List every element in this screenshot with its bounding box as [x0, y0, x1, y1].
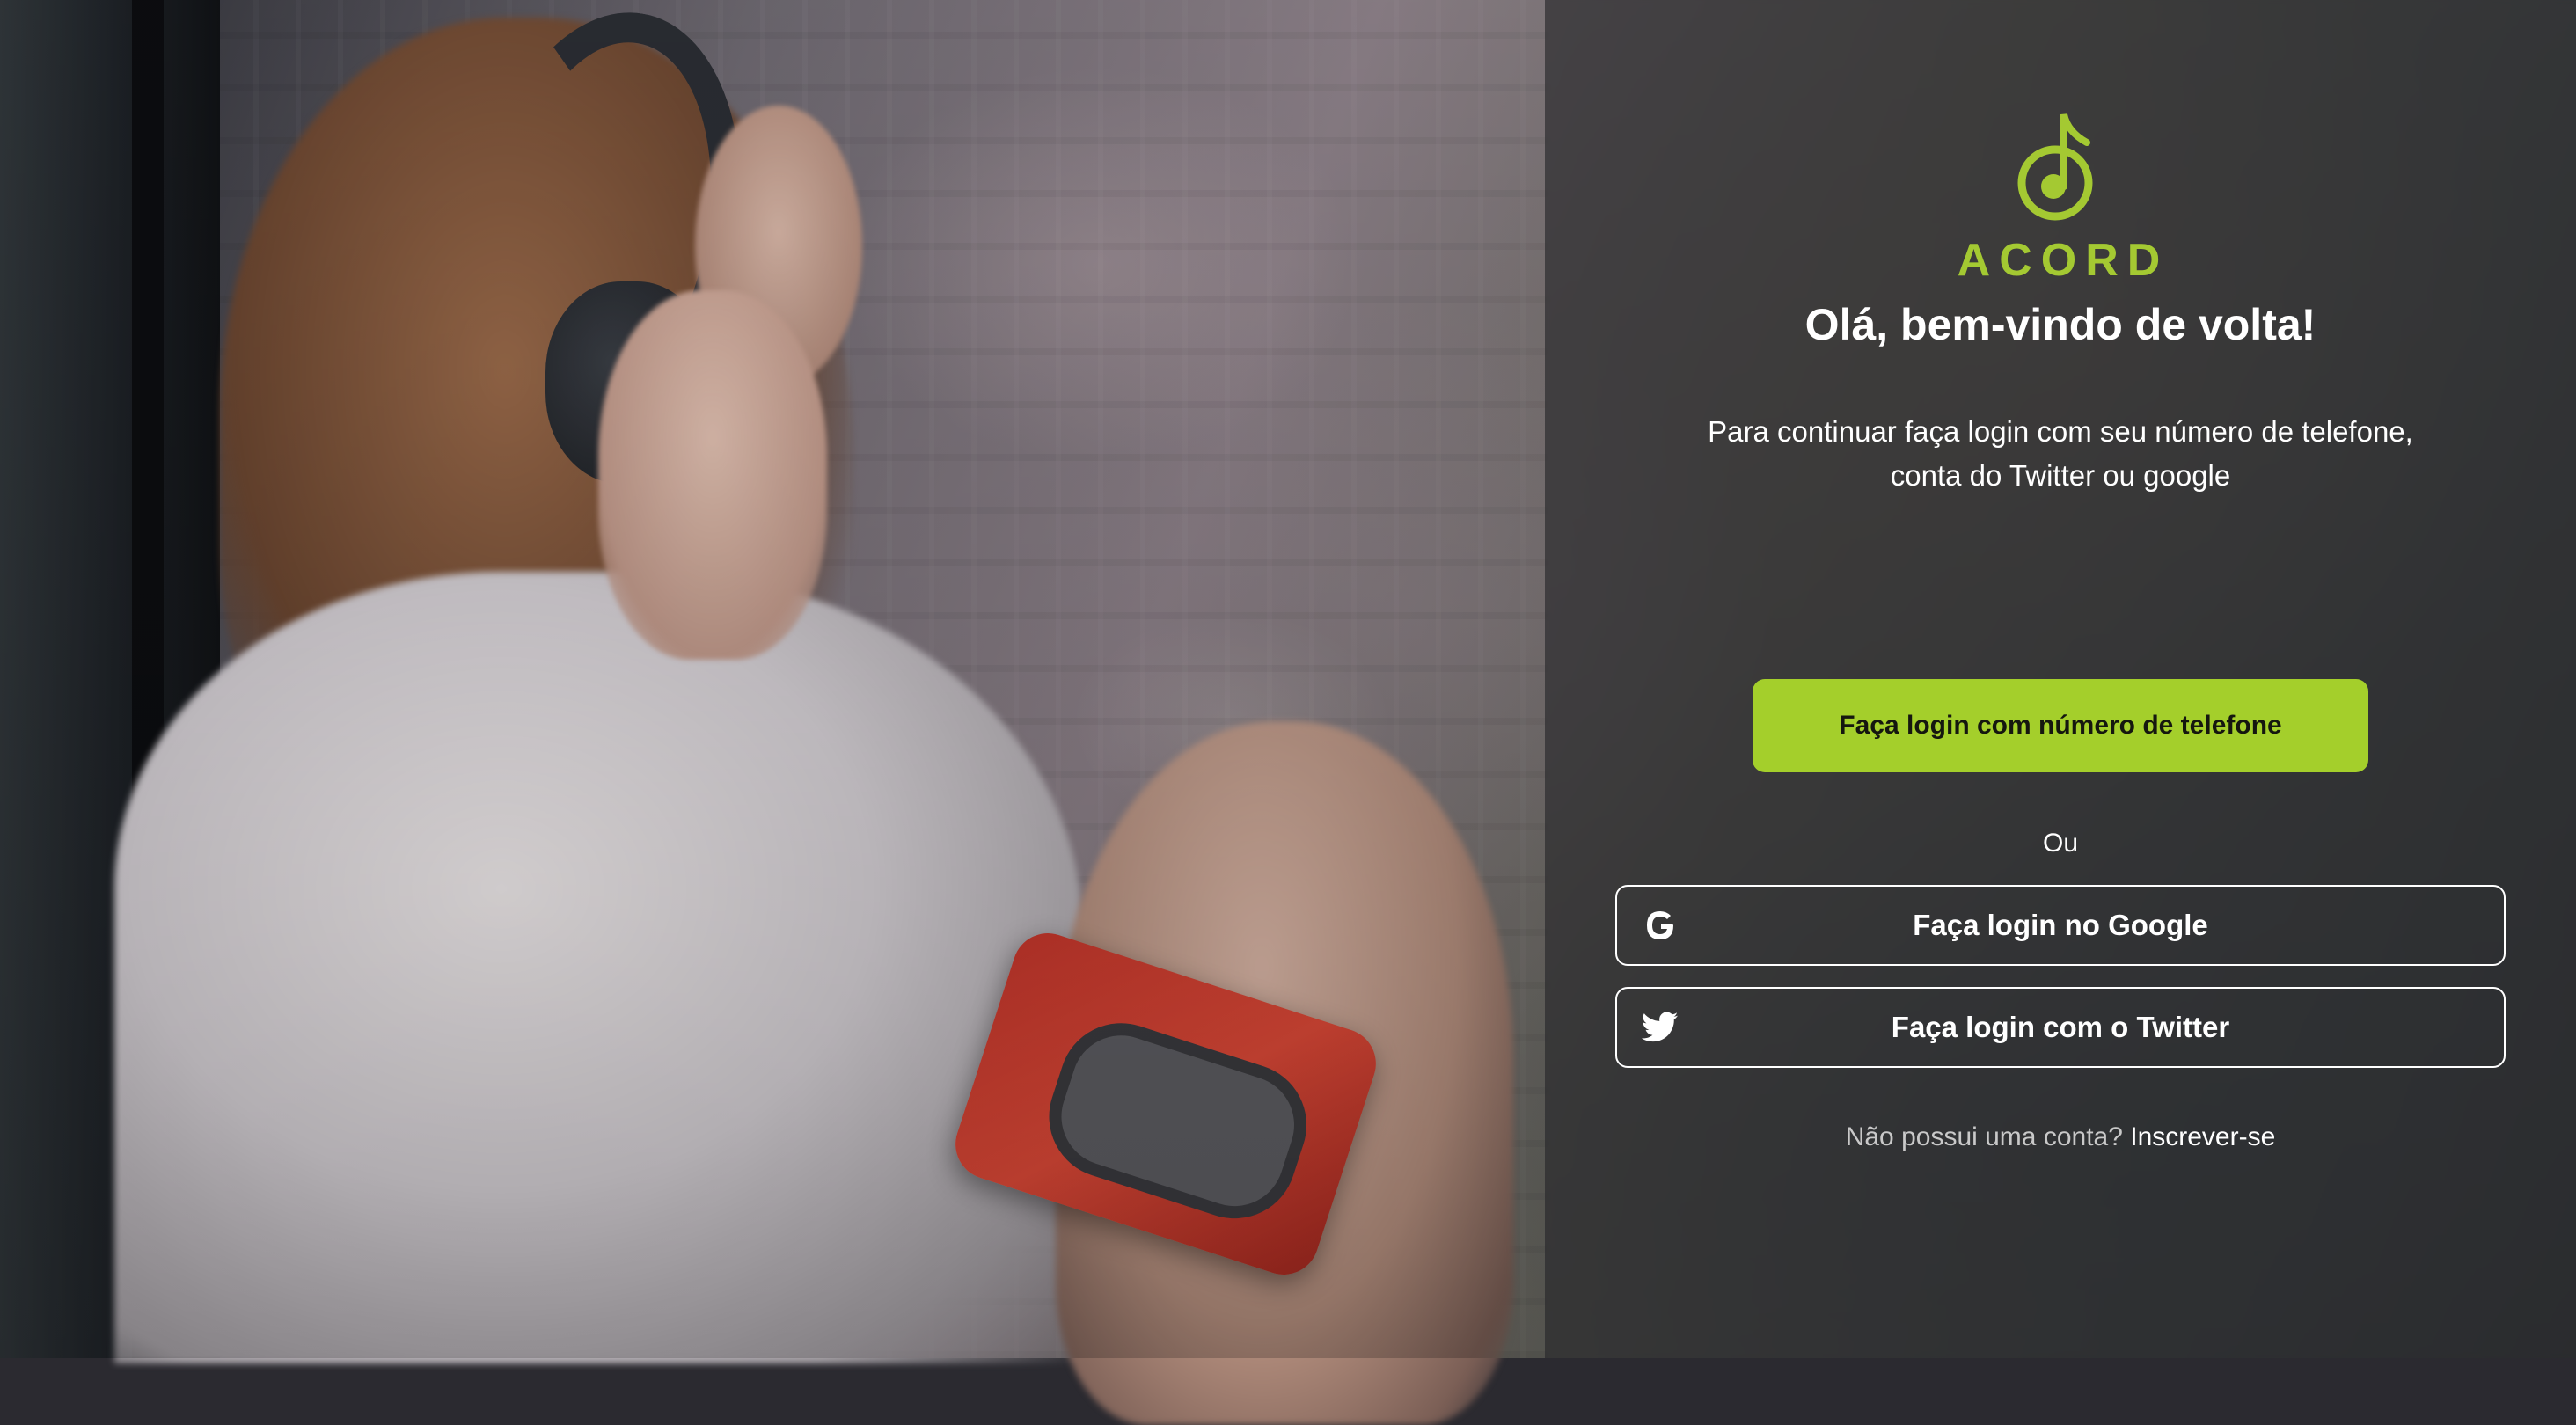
google-login-button[interactable]: Faça login no Google: [1615, 885, 2506, 966]
signup-link[interactable]: Inscrever-se: [2130, 1122, 2275, 1151]
brand-name: ACORD: [1957, 235, 2170, 286]
twitter-icon: [1640, 1007, 1680, 1048]
music-note-icon: [2015, 106, 2103, 229]
or-separator: Ou: [2042, 829, 2079, 858]
google-login-label: Faça login no Google: [1913, 909, 2208, 941]
twitter-login-button[interactable]: Faça login com o Twitter: [1615, 987, 2506, 1068]
signup-prompt: Não possui uma conta?: [1845, 1122, 2131, 1151]
welcome-subtitle: Para continuar faça login com seu número…: [1633, 410, 2488, 498]
phone-login-button[interactable]: Faça login com número de telefone: [1753, 679, 2368, 772]
google-icon: [1640, 905, 1680, 946]
twitter-login-label: Faça login com o Twitter: [1891, 1011, 2230, 1043]
signup-row: Não possui uma conta? Inscrever-se: [1545, 1122, 2576, 1152]
brand-logo: ACORD: [1953, 106, 2164, 299]
subtitle-line-2: conta do Twitter ou google: [1890, 459, 2231, 492]
welcome-headline: Olá, bem-vindo de volta!: [1804, 300, 2316, 349]
subtitle-line-1: Para continuar faça login com seu número…: [1708, 415, 2413, 448]
